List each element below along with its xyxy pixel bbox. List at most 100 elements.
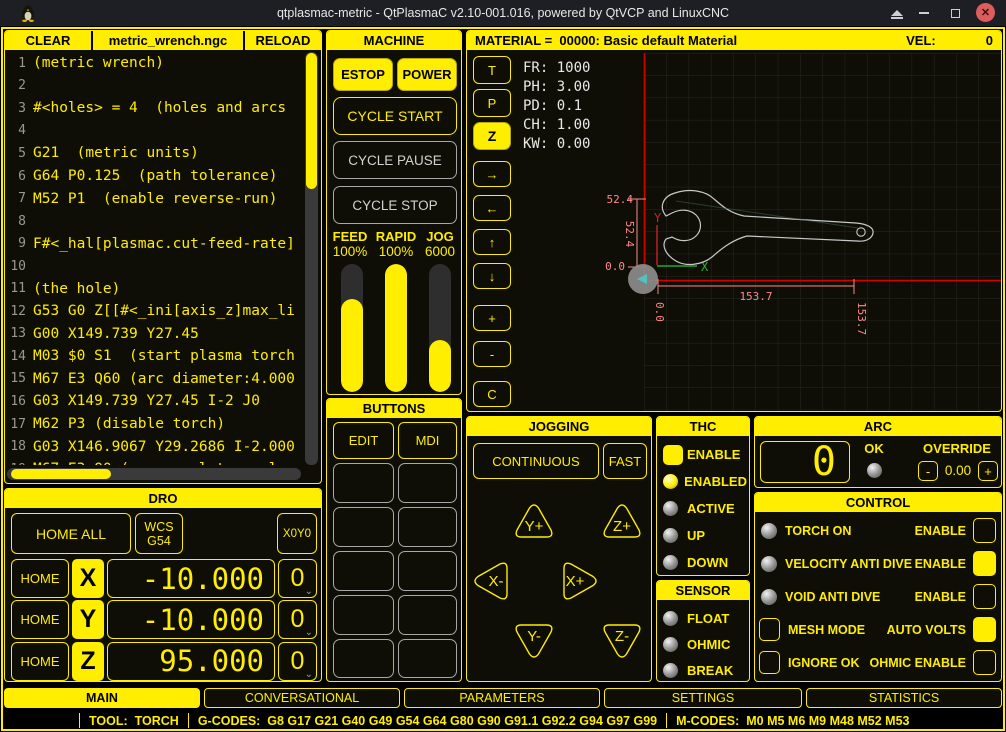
home-axis-button[interactable]: HOME [11, 559, 69, 598]
control-right-checkbox[interactable] [973, 518, 996, 543]
control-left-indicator[interactable] [761, 556, 777, 572]
gcode-line-text: G64 P0.125 (path tolerance) [33, 168, 277, 184]
reload-button[interactable]: RELOAD [243, 31, 321, 50]
axis-letter-button[interactable]: Z [72, 642, 104, 681]
axis-position-display: -10.000 [107, 600, 275, 639]
pan-down-button[interactable]: ↓ [473, 263, 511, 289]
thc-indicator[interactable] [663, 445, 683, 465]
control-right-checkbox[interactable] [973, 617, 996, 642]
control-left-indicator[interactable] [761, 523, 777, 539]
control-left-indicator[interactable] [759, 618, 780, 641]
control-rows: TORCH ON ENABLE VELOCITY ANTI DIVE ENABL… [755, 514, 1001, 679]
fast-jog-button[interactable]: FAST [603, 443, 647, 479]
rapid-override-slider[interactable] [385, 264, 407, 392]
gcode-vscrollbar[interactable] [305, 52, 318, 465]
minimize-button[interactable] [915, 5, 933, 21]
thc-indicator[interactable] [663, 474, 678, 489]
thc-indicator[interactable] [663, 501, 678, 516]
clear-view-button[interactable]: C [473, 381, 511, 407]
joint-select[interactable]: 0⌄ [278, 642, 317, 681]
estop-button[interactable]: ESTOP [333, 58, 393, 91]
thc-indicator[interactable] [663, 528, 678, 543]
jog-z-plus-button[interactable]: Z+ [601, 501, 643, 541]
feed-override-slider[interactable] [341, 264, 363, 392]
clear-button[interactable]: CLEAR [5, 31, 93, 50]
shade-button[interactable] [888, 5, 906, 21]
axis-letter-button[interactable]: X [72, 559, 104, 598]
status-bar: TOOL: TORCH G-CODES: G8 G17 G21 G40 G49 … [70, 711, 909, 730]
thc-indicator[interactable] [663, 555, 678, 570]
thc-item: ACTIVE [663, 495, 747, 522]
jog-x-minus-button[interactable]: X- [471, 561, 513, 601]
gcode-line: 18 G03 X146.9067 Y29.2686 I-2.000 [7, 435, 301, 458]
status-gcodes: G-CODES: G8 G17 G21 G40 G49 G54 G64 G80 … [198, 714, 657, 728]
jog-z-minus-button[interactable]: Z- [601, 621, 643, 661]
close-button[interactable]: ✕ [976, 3, 995, 22]
control-right-checkbox[interactable] [973, 650, 996, 675]
home-all-button[interactable]: HOME ALL [11, 513, 131, 554]
jog-y-plus-button[interactable]: Y+ [513, 501, 555, 541]
arc-override-minus-button[interactable]: - [918, 461, 938, 481]
gcode-view[interactable]: 1 (metric wrench) 2 3 #<holes> = 4 (hole… [7, 52, 301, 465]
tab-conversational[interactable]: CONVERSATIONAL [204, 688, 400, 708]
cycle-start-button[interactable]: CYCLE START [333, 97, 457, 135]
tab-main[interactable]: MAIN [4, 688, 200, 708]
jog-speed-slider[interactable] [429, 264, 451, 392]
material-label[interactable]: MATERIAL = 00000: Basic default Material [475, 31, 737, 50]
home-axis-button[interactable]: HOME [11, 642, 69, 681]
pan-up-button[interactable]: ↑ [473, 229, 511, 255]
tab-parameters[interactable]: PARAMETERS [404, 688, 600, 708]
pan-left-button[interactable]: ← [473, 195, 511, 221]
tab-statistics[interactable]: STATISTICS [806, 688, 1002, 708]
arc-override-plus-button[interactable]: + [978, 461, 998, 481]
gcode-line-number: 16 [7, 394, 33, 409]
gcode-hscrollbar[interactable] [7, 468, 301, 480]
restore-button[interactable] [946, 5, 964, 21]
gcode-line-number: 5 [7, 146, 33, 161]
arc-override-label: OVERRIDE [915, 441, 999, 456]
preview-z-button[interactable]: Z [473, 122, 511, 150]
zoom-out-button[interactable]: - [473, 341, 511, 367]
gcode-line-number: 15 [7, 371, 33, 386]
joint-select[interactable]: 0⌄ [278, 559, 317, 598]
gcode-hscroll-thumb[interactable] [11, 469, 111, 479]
preview-p-button[interactable]: P [473, 89, 511, 117]
gcode-line: 1 (metric wrench) [7, 52, 301, 75]
jog-x-plus-button[interactable]: X+ [558, 561, 600, 601]
control-right-checkbox[interactable] [973, 584, 996, 609]
mdi-button[interactable]: MDI [398, 422, 457, 459]
edit-button[interactable]: EDIT [333, 422, 394, 459]
cycle-pause-button[interactable]: CYCLE PAUSE [333, 141, 457, 179]
gcode-line-text: #<holes> = 4 (holes and arcs [33, 100, 286, 116]
gcode-line-text: M67 E3 Q60 (arc diameter:4.000 [33, 371, 295, 387]
home-axis-button[interactable]: HOME [11, 600, 69, 639]
svg-text:Z+: Z+ [613, 518, 631, 535]
power-button[interactable]: POWER [397, 58, 457, 91]
control-left-indicator[interactable] [759, 651, 780, 674]
zoom-in-button[interactable]: + [473, 305, 511, 331]
jog-y-minus-button[interactable]: Y- [513, 621, 555, 661]
continuous-jog-button[interactable]: CONTINUOUS [473, 443, 599, 479]
axis-letter-button[interactable]: Y [72, 600, 104, 639]
tab-settings[interactable]: SETTINGS [604, 688, 802, 708]
control-left-indicator[interactable] [761, 589, 777, 605]
sensor-item: FLOAT [663, 605, 747, 631]
velocity-label: VEL: [906, 31, 936, 50]
control-right-checkbox[interactable] [973, 551, 996, 576]
dim-height-rot-label: 52.4 [623, 221, 636, 248]
gcode-line: 9 F#<_hal[plasmac.cut-feed-rate] [7, 232, 301, 255]
preview-t-button[interactable]: T [473, 56, 511, 84]
pan-right-button[interactable]: → [473, 161, 511, 187]
gcode-line: 19 M67 E3 Q0 (arc complete, velo [7, 458, 301, 465]
cycle-stop-button[interactable]: CYCLE STOP [333, 186, 457, 224]
sensor-items: FLOAT OHMIC BREAK [663, 605, 747, 682]
gcode-line: 8 [7, 210, 301, 233]
x0y0-button[interactable]: X0Y0 [277, 513, 317, 554]
loaded-file-name: metric_wrench.ngc [93, 31, 243, 50]
preview-plot[interactable]: 52.4 0.0 52.4 153.7 0.0 153.7 Y X [516, 53, 1002, 412]
sensor-led [663, 663, 678, 678]
joint-select[interactable]: 0⌄ [278, 600, 317, 639]
wcs-button[interactable]: WCSG54 [135, 513, 183, 554]
gcode-line-text: M03 $0 S1 (start plasma torch [33, 348, 295, 364]
gcode-vscroll-thumb[interactable] [306, 53, 317, 189]
